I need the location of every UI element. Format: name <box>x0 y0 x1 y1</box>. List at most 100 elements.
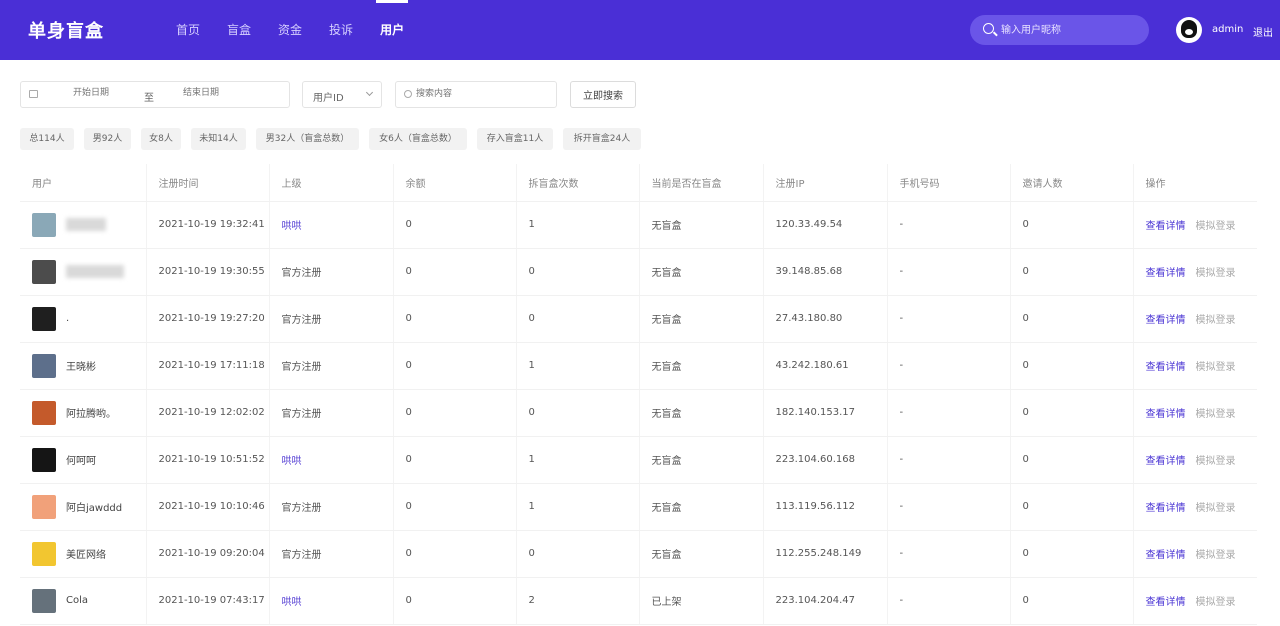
stat-female-box-total: 女6人（盲盒总数） <box>369 128 467 150</box>
open-count-cell: 1 <box>515 342 639 390</box>
invites-cell: 0 <box>1009 577 1133 625</box>
nickname-search-input[interactable] <box>1001 21 1141 39</box>
table-header: 用户 注册时间 上级 余额 拆盲盒次数 当前是否在盲盒 注册IP 手机号码 邀请… <box>20 164 1257 202</box>
stat-opened-box: 拆开盲盒24人 <box>563 128 641 150</box>
open-count-cell: 0 <box>515 248 639 296</box>
user-name: . <box>66 313 70 324</box>
table-row: . 2021-10-19 19:27:20 官方注册 0 0 无盲盒 27.43.180.8… <box>20 295 1257 343</box>
stat-stored-box: 存入盲盒11人 <box>477 128 553 150</box>
view-details-button[interactable]: 查看详情 <box>1146 503 1186 514</box>
user-info: 阿拉腾哟。 <box>32 400 146 425</box>
avatar[interactable] <box>32 306 56 331</box>
simulate-login-button[interactable]: 模拟登录 <box>1196 221 1236 232</box>
superior-cell[interactable]: 哄哄 <box>268 201 393 249</box>
column-balance: 余额 <box>392 164 516 202</box>
admin-username[interactable]: admin <box>1212 24 1243 35</box>
user-cell: 何呵呵 <box>20 436 146 484</box>
avatar[interactable] <box>32 541 56 566</box>
in-box-cell: 无盲盒 <box>638 295 763 343</box>
stat-male: 男92人 <box>84 128 131 150</box>
logout-button[interactable]: 退出 <box>1253 24 1273 39</box>
blurred-user-name <box>66 218 106 231</box>
simulate-login-button[interactable]: 模拟登录 <box>1196 315 1236 326</box>
open-count-cell: 1 <box>515 201 639 249</box>
user-name: 王晓彬 <box>66 362 96 373</box>
avatar[interactable] <box>32 588 56 613</box>
superior-cell[interactable]: 哄哄 <box>268 577 393 625</box>
column-open-count: 拆盲盒次数 <box>515 164 639 202</box>
invites-cell: 0 <box>1009 436 1133 484</box>
nav-users[interactable]: 用户 <box>376 0 409 60</box>
register-time-cell: 2021-10-19 10:10:46 <box>145 483 269 531</box>
search-field-select[interactable]: 用户ID <box>302 81 382 108</box>
view-details-button[interactable]: 查看详情 <box>1146 409 1186 420</box>
avatar[interactable] <box>32 494 56 519</box>
avatar[interactable] <box>32 353 56 378</box>
nav-funds[interactable]: 资金 <box>278 0 302 60</box>
actions-cell: 查看详情 模拟登录 <box>1132 201 1257 249</box>
user-info: 阿白jawddd <box>32 494 146 519</box>
search-now-button[interactable]: 立即搜索 <box>570 81 636 108</box>
nav-blind-box[interactable]: 盲盒 <box>227 0 251 60</box>
user-info: Cola <box>32 588 146 613</box>
register-time-cell: 2021-10-19 09:20:04 <box>145 530 269 578</box>
register-time-cell: 2021-10-19 12:02:02 <box>145 389 269 437</box>
superior-cell[interactable]: 哄哄 <box>268 436 393 484</box>
date-range-picker[interactable]: 至 <box>20 81 290 108</box>
content-search-box[interactable] <box>395 81 557 108</box>
balance-cell: 0 <box>392 389 516 437</box>
search-icon <box>983 23 994 34</box>
open-count-cell: 2 <box>515 577 639 625</box>
chevron-down-icon <box>365 88 374 97</box>
open-count-cell: 0 <box>515 530 639 578</box>
avatar[interactable] <box>32 212 56 237</box>
superior-cell: 官方注册 <box>268 530 393 578</box>
avatar[interactable] <box>32 400 56 425</box>
actions-cell: 查看详情 模拟登录 <box>1132 577 1257 625</box>
actions-cell: 查看详情 模拟登录 <box>1132 530 1257 578</box>
simulate-login-button[interactable]: 模拟登录 <box>1196 597 1236 608</box>
view-details-button[interactable]: 查看详情 <box>1146 315 1186 326</box>
actions-cell: 查看详情 模拟登录 <box>1132 436 1257 484</box>
invites-cell: 0 <box>1009 248 1133 296</box>
superior-cell: 官方注册 <box>268 389 393 437</box>
simulate-login-button[interactable]: 模拟登录 <box>1196 362 1236 373</box>
top-navigation: 单身盲盒 首页 盲盒 资金 投诉 用户 admin 退出 <box>0 0 1280 60</box>
nickname-search[interactable] <box>970 15 1149 45</box>
balance-cell: 0 <box>392 201 516 249</box>
actions-cell: 查看详情 模拟登录 <box>1132 248 1257 296</box>
user-name: 阿拉腾哟。 <box>66 409 116 420</box>
app-logo[interactable]: 单身盲盒 <box>28 17 104 43</box>
date-separator: 至 <box>144 93 154 104</box>
avatar[interactable] <box>32 259 56 284</box>
simulate-login-button[interactable]: 模拟登录 <box>1196 550 1236 561</box>
view-details-button[interactable]: 查看详情 <box>1146 221 1186 232</box>
nav-complaints[interactable]: 投诉 <box>329 0 353 60</box>
column-in-box: 当前是否在盲盒 <box>638 164 763 202</box>
user-cell: 美匠网络 <box>20 530 146 578</box>
end-date-field[interactable] <box>183 87 253 97</box>
users-table: 用户 注册时间 上级 余额 拆盲盒次数 当前是否在盲盒 注册IP 手机号码 邀请… <box>20 164 1257 625</box>
column-register-ip: 注册IP <box>762 164 887 202</box>
phone-cell: - <box>886 248 1010 296</box>
simulate-login-button[interactable]: 模拟登录 <box>1196 268 1236 279</box>
view-details-button[interactable]: 查看详情 <box>1146 456 1186 467</box>
nav-home[interactable]: 首页 <box>176 0 200 60</box>
superior-cell: 官方注册 <box>268 342 393 390</box>
admin-avatar[interactable] <box>1176 17 1202 43</box>
view-details-button[interactable]: 查看详情 <box>1146 550 1186 561</box>
simulate-login-button[interactable]: 模拟登录 <box>1196 456 1236 467</box>
start-date-field[interactable] <box>73 87 143 97</box>
invites-cell: 0 <box>1009 483 1133 531</box>
superior-cell: 官方注册 <box>268 483 393 531</box>
main-nav: 首页 盲盒 资金 投诉 用户 <box>176 0 431 60</box>
in-box-cell: 无盲盒 <box>638 201 763 249</box>
table-row: 王晓彬 2021-10-19 17:11:18 官方注册 0 1 无盲盒 43.242.18… <box>20 342 1257 390</box>
view-details-button[interactable]: 查看详情 <box>1146 362 1186 373</box>
view-details-button[interactable]: 查看详情 <box>1146 268 1186 279</box>
simulate-login-button[interactable]: 模拟登录 <box>1196 503 1236 514</box>
simulate-login-button[interactable]: 模拟登录 <box>1196 409 1236 420</box>
avatar[interactable] <box>32 447 56 472</box>
view-details-button[interactable]: 查看详情 <box>1146 597 1186 608</box>
content-search-input[interactable] <box>416 88 546 98</box>
